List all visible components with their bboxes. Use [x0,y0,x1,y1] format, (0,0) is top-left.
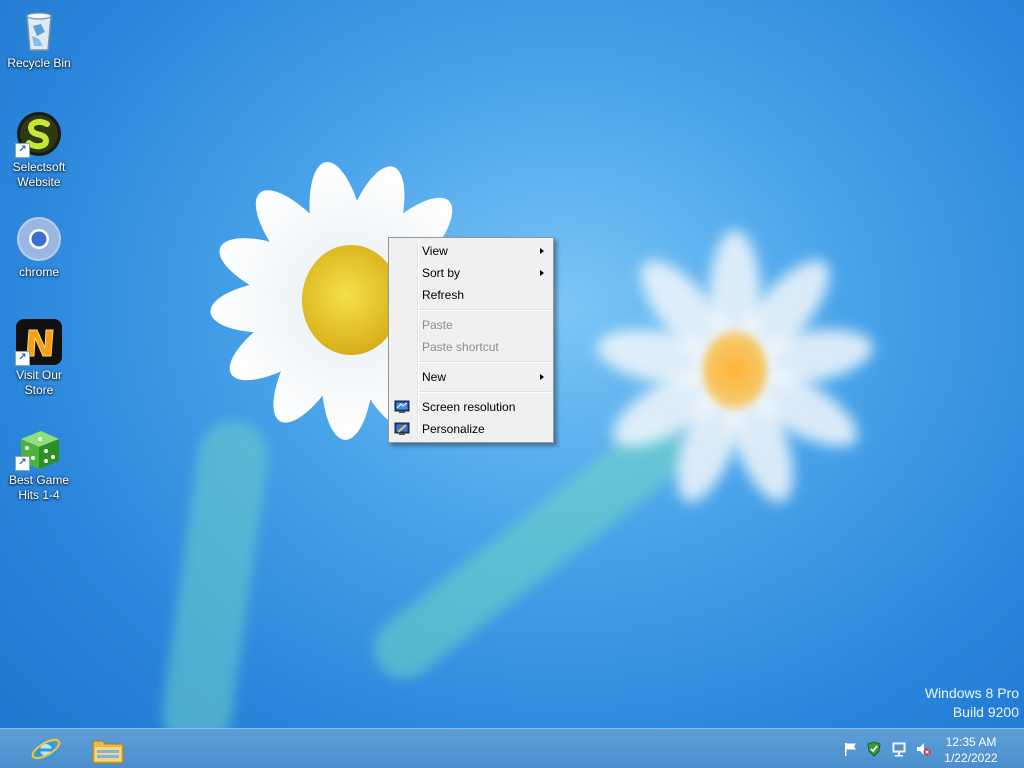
desktop-icon-selectsoft-website[interactable]: ↗ Selectsoft Website [1,110,77,190]
submenu-arrow-icon [540,374,544,380]
menu-item-personalize[interactable]: Personalize [389,418,553,440]
volume-muted-icon[interactable] [915,741,931,757]
store-icon: ↗ [15,318,63,366]
personalize-icon [394,421,410,437]
menu-separator [419,309,551,311]
menu-item-paste-shortcut[interactable]: Paste shortcut [389,336,553,358]
taskbar-clock[interactable]: 12:35 AM 1/22/2022 [938,734,1004,766]
desktop-icon-label: Recycle Bin [7,56,71,70]
submenu-arrow-icon [540,270,544,276]
clock-date: 1/22/2022 [944,751,998,765]
internet-explorer-icon [30,733,62,768]
shortcut-arrow-icon: ↗ [15,456,30,471]
desktop-icon-best-game-hits[interactable]: ↗ Best Game Hits 1-4 [1,423,77,503]
taskbar: 12:35 AM 1/22/2022 [0,728,1024,768]
desktop-icon-label: chrome [18,265,59,279]
menu-item-refresh[interactable]: Refresh [389,284,553,306]
desktop-icon-label: Visit Our [16,368,62,382]
file-explorer-icon [91,735,125,768]
desktop-icon-label: Hits 1-4 [18,488,60,502]
shortcut-arrow-icon: ↗ [15,351,30,366]
watermark-build: Build 9200 [952,704,1019,720]
menu-item-label: Refresh [422,288,465,302]
security-shield-icon[interactable] [866,741,882,757]
desktop-icon-label: Selectsoft [12,160,66,174]
recycle-bin-icon [15,6,63,54]
menu-separator [419,361,551,363]
desktop-context-menu: View Sort by Refresh Paste Paste shortcu… [388,237,554,443]
desktop-icon-label: Best Game [8,473,70,487]
menu-item-label: Screen resolution [422,400,516,414]
selectsoft-icon: ↗ [15,110,63,158]
menu-item-sort-by[interactable]: Sort by [389,262,553,284]
menu-item-label: Sort by [422,266,461,280]
monitor-icon [394,399,410,415]
chrome-icon [15,215,63,263]
desktop-icon-chrome[interactable]: chrome [1,215,77,280]
watermark-edition: Windows 8 Pro [924,685,1019,701]
taskbar-file-explorer[interactable] [80,731,136,767]
dice-icon: ↗ [15,423,63,471]
menu-separator [419,391,551,393]
shortcut-arrow-icon: ↗ [15,143,30,158]
desktop[interactable]: Recycle Bin ↗ Selectsoft Website chrome [0,0,1024,768]
menu-item-label: Paste shortcut [422,340,499,354]
menu-item-view[interactable]: View [389,240,553,262]
desktop-icon-label: Website [17,175,61,189]
menu-item-label: Personalize [422,422,485,436]
clock-time: 12:35 AM [945,735,997,749]
desktop-icon-label: Store [24,383,54,397]
desktop-icon-visit-our-store[interactable]: ↗ Visit Our Store [1,318,77,398]
action-center-flag-icon[interactable] [843,741,859,757]
menu-item-screen-resolution[interactable]: Screen resolution [389,396,553,418]
taskbar-internet-explorer[interactable] [18,731,74,767]
menu-item-label: View [422,244,448,258]
menu-item-new[interactable]: New [389,366,553,388]
windows-edition-watermark: Windows 8 Pro Build 9200 [925,684,1019,722]
submenu-arrow-icon [540,248,544,254]
menu-item-paste[interactable]: Paste [389,314,553,336]
menu-item-label: Paste [422,318,453,332]
menu-item-label: New [422,370,447,384]
desktop-icon-recycle-bin[interactable]: Recycle Bin [1,6,77,71]
network-icon[interactable] [891,741,907,757]
